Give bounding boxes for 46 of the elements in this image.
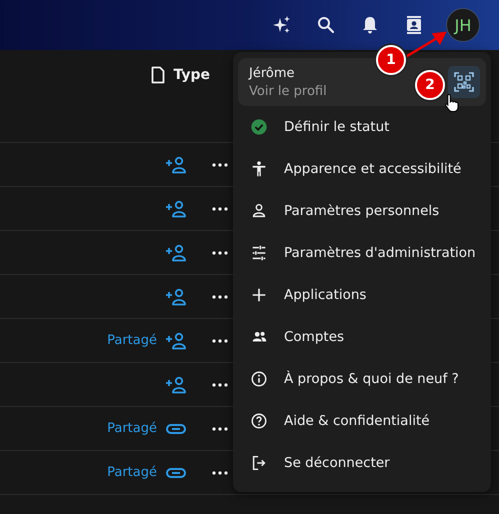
menu-item[interactable]: Comptes [284, 329, 344, 345]
plus-icon [250, 286, 268, 304]
menu-item[interactable]: Aide & confidentialité [284, 413, 430, 429]
search-icon[interactable] [316, 15, 336, 35]
add-person-icon[interactable] [165, 376, 187, 394]
shared-label[interactable]: Partagé [107, 421, 157, 436]
sparkle-icon[interactable] [272, 15, 292, 35]
more-icon[interactable] [212, 338, 228, 342]
help-icon [250, 412, 268, 430]
more-icon[interactable] [212, 294, 228, 298]
menu-item[interactable]: Applications [284, 287, 366, 303]
add-person-icon[interactable] [165, 156, 187, 174]
column-header[interactable]: Type [173, 67, 210, 83]
menu-item[interactable]: Apparence et accessibilité [284, 161, 462, 177]
more-icon[interactable] [212, 426, 228, 430]
add-person-icon[interactable] [165, 200, 187, 218]
more-icon[interactable] [212, 206, 228, 210]
step-number: 1 [376, 45, 406, 75]
file-icon [151, 66, 166, 84]
add-person-icon[interactable] [165, 332, 187, 350]
qr-code-icon[interactable] [448, 66, 480, 98]
menu-item[interactable]: Se déconnecter [284, 455, 390, 471]
more-icon[interactable] [212, 382, 228, 386]
menu-item[interactable]: Paramètres personnels [284, 203, 440, 219]
more-icon[interactable] [212, 162, 228, 166]
menu-item[interactable]: À propos & quoi de neuf ? [284, 371, 459, 387]
accessibility-icon [250, 160, 268, 178]
profile-link[interactable]: Voir le profil [249, 84, 327, 98]
check-circle-icon [250, 118, 268, 136]
sliders-icon [250, 244, 268, 262]
logout-icon [250, 454, 268, 472]
avatar-button[interactable]: JH [446, 8, 480, 42]
contacts-icon[interactable] [404, 15, 424, 35]
hand-cursor-icon [444, 93, 460, 113]
more-icon[interactable] [212, 250, 228, 254]
menu-item[interactable]: Définir le statut [284, 119, 390, 135]
shared-label[interactable]: Partagé [107, 465, 157, 480]
step-number: 2 [415, 70, 445, 100]
more-icon[interactable] [212, 470, 228, 474]
user-name: Jérôme [249, 66, 296, 80]
add-person-icon[interactable] [165, 288, 187, 306]
shared-label[interactable]: Partagé [107, 333, 157, 348]
info-icon [250, 370, 268, 388]
menu-item[interactable]: Paramètres d'administration [284, 245, 476, 261]
add-person-icon[interactable] [165, 244, 187, 262]
person-icon [250, 202, 268, 220]
